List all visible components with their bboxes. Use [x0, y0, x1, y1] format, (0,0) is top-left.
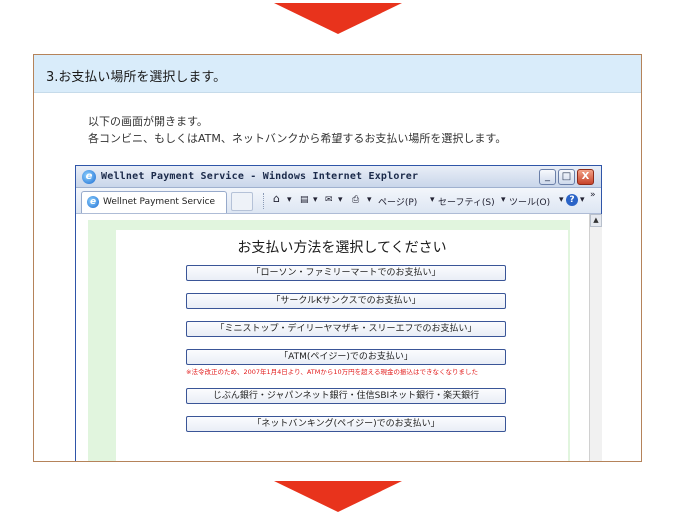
down-arrow-bottom-icon	[274, 481, 402, 512]
print-icon[interactable]: ⎙	[352, 195, 359, 205]
mail-dropdown-icon[interactable]: ▾	[338, 195, 343, 205]
maximize-button[interactable]: □	[558, 169, 575, 185]
tab-wellnet[interactable]: e Wellnet Payment Service	[81, 191, 227, 213]
payment-page-title: お支払い方法を選択してください	[237, 240, 447, 256]
scroll-up-button[interactable]: ▲	[590, 214, 602, 227]
tools-menu[interactable]: ツール(O)	[509, 195, 550, 208]
print-dropdown-icon[interactable]: ▾	[367, 195, 372, 205]
browser-toolbar: e Wellnet Payment Service ⌂ ▾ ▤ ▾ ✉ ▾ ⎙ …	[76, 188, 601, 214]
minimize-button[interactable]: _	[539, 169, 556, 185]
toolbar-overflow-icon[interactable]: »	[590, 190, 596, 200]
browser-titlebar: e Wellnet Payment Service - Windows Inte…	[76, 166, 601, 188]
net-banks-button[interactable]: じぶん銀行・ジャパンネット銀行・住信SBIネット銀行・楽天銀行	[186, 388, 506, 404]
safety-menu[interactable]: セーフティ(S)	[438, 195, 495, 208]
ie-logo-icon: e	[82, 170, 96, 184]
page-menu[interactable]: ページ(P)	[378, 195, 417, 208]
intro-line-1: 以下の画面が開きます。	[88, 115, 208, 128]
step-intro: 以下の画面が開きます。 各コンビニ、もしくはATM、ネットバンクから希望するお支…	[88, 113, 506, 147]
payment-page: お支払い方法を選択してください 「ローソン・ファミリーマートでのお支払い」 「サ…	[116, 230, 568, 461]
help-icon[interactable]: ?	[566, 194, 578, 206]
step-title: 3.お支払い場所を選択します。	[46, 70, 227, 85]
step-card: 3.お支払い場所を選択します。 以下の画面が開きます。 各コンビニ、もしくはAT…	[33, 54, 642, 462]
toolbar-separator	[263, 193, 264, 209]
tab-label: Wellnet Payment Service	[103, 197, 216, 207]
home-dropdown-icon[interactable]: ▾	[287, 195, 292, 205]
circlek-sunkus-button[interactable]: 「サークルKサンクスでのお支払い」	[186, 293, 506, 309]
page-background: お支払い方法を選択してください 「ローソン・ファミリーマートでのお支払い」 「サ…	[88, 220, 570, 461]
page-dropdown-icon[interactable]: ▾	[430, 195, 435, 205]
new-tab-button[interactable]	[231, 192, 253, 211]
atm-payeasy-button[interactable]: 「ATM(ペイジー)でのお支払い」	[186, 349, 506, 365]
browser-content: お支払い方法を選択してください 「ローソン・ファミリーマートでのお支払い」 「サ…	[76, 214, 589, 461]
home-icon[interactable]: ⌂	[273, 192, 280, 205]
window-title: Wellnet Payment Service - Windows Intern…	[101, 171, 419, 182]
atm-notice: ※法令改正のため、2007年1月4日より、ATMから10万円を超える現金の振込は…	[186, 368, 478, 376]
help-dropdown-icon[interactable]: ▾	[580, 195, 585, 205]
ie-page-icon: e	[87, 196, 99, 208]
close-button[interactable]: X	[577, 169, 594, 185]
down-arrow-top-icon	[274, 3, 402, 34]
rss-feed-icon[interactable]: ▤	[300, 195, 309, 205]
browser-window: e Wellnet Payment Service - Windows Inte…	[75, 165, 602, 461]
mail-icon[interactable]: ✉	[325, 195, 333, 205]
rss-dropdown-icon[interactable]: ▾	[313, 195, 318, 205]
intro-line-2: 各コンビニ、もしくはATM、ネットバンクから希望するお支払い場所を選択します。	[88, 132, 507, 145]
ministop-daily-threef-button[interactable]: 「ミニストップ・デイリーヤマザキ・スリーエフでのお支払い」	[186, 321, 506, 337]
vertical-scrollbar[interactable]: ▲	[589, 214, 602, 461]
netbanking-payeasy-button[interactable]: 「ネットバンキング(ペイジー)でのお支払い」	[186, 416, 506, 432]
tools-dropdown-icon[interactable]: ▾	[559, 195, 564, 205]
step-header: 3.お支払い場所を選択します。	[34, 55, 641, 93]
safety-dropdown-icon[interactable]: ▾	[501, 195, 506, 205]
lawson-familymart-button[interactable]: 「ローソン・ファミリーマートでのお支払い」	[186, 265, 506, 281]
